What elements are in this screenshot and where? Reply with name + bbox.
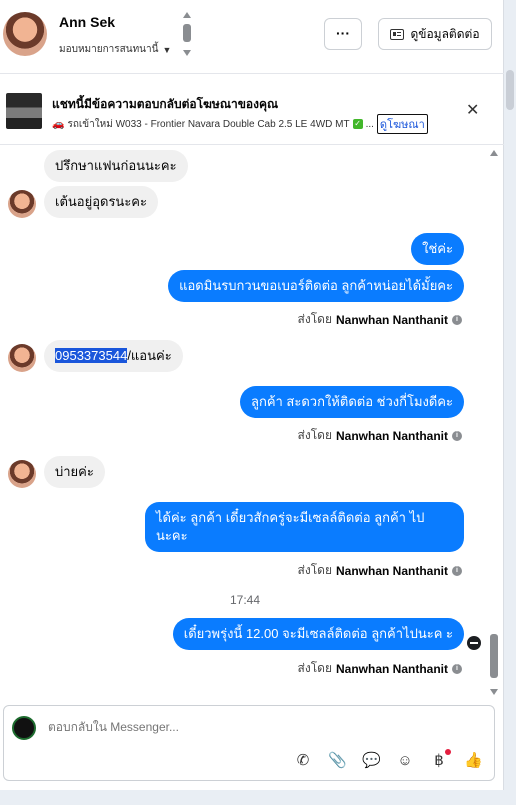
sent-by-label: ส่งโดย Nanwhan Nanthanit i <box>298 561 462 580</box>
incoming-message[interactable]: บ่ายค่ะ <box>44 456 105 488</box>
view-contact-button[interactable]: ดูข้อมูลติดต่อ <box>378 18 492 50</box>
attachment-icon[interactable]: 📎 <box>328 752 347 770</box>
outgoing-message[interactable]: ได้ค่ะ ลูกค้า เดี๋ยวสักครู่จะมีเซลล์ติดต… <box>145 502 464 552</box>
outgoing-message[interactable]: เดี๋ยวพรุ่งนี้ 12.00 จะมีเซลล์ติดต่อ ลูก… <box>172 618 464 650</box>
sent-by-label: ส่งโดย Nanwhan Nanthanit i <box>298 310 462 329</box>
saved-reply-icon[interactable]: 💬 <box>362 752 381 770</box>
assign-label: มอบหมายการสนทนานี้ <box>59 44 159 55</box>
reply-input[interactable] <box>48 720 448 734</box>
scroll-up-arrow-icon[interactable] <box>183 12 191 18</box>
close-banner-icon[interactable]: ✕ <box>466 100 479 120</box>
message-line: ได้ค่ะ ลูกค้า เดี๋ยวสักครู่จะมีเซลล์ติดต… <box>156 510 425 525</box>
info-icon[interactable]: i <box>452 430 462 441</box>
outgoing-message[interactable]: ใช่ค่ะ <box>411 233 464 265</box>
sender-name: Nanwhan Nanthanit <box>335 312 448 327</box>
phone-number-highlight[interactable]: 0953373544 <box>55 348 128 363</box>
car-icon: 🚗 <box>52 118 65 130</box>
customer-avatar-small[interactable] <box>8 190 36 218</box>
ad-banner-subtitle: 🚗 รถเข้าใหม่ W033 - Frontier Navara Doub… <box>52 114 428 134</box>
customer-avatar[interactable] <box>3 12 47 56</box>
scroll-down-arrow-icon[interactable] <box>490 689 498 695</box>
sender-name: Nanwhan Nanthanit <box>335 428 448 443</box>
info-icon[interactable]: i <box>452 565 462 576</box>
page-scroll-thumb[interactable] <box>506 70 514 110</box>
message-thread: ปรึกษาแฟนก่อนนะคะ เต้นอยู่อุดรนะคะ ใช่ค่… <box>0 146 504 694</box>
sent-by-label: ส่งโดย Nanwhan Nanthanit i <box>298 426 462 445</box>
scroll-up-arrow-icon[interactable] <box>490 150 498 156</box>
ad-thumbnail[interactable] <box>6 93 42 129</box>
sender-name: Nanwhan Nanthanit <box>335 563 448 578</box>
composer-toolbar: ✆ 📎 💬 ☺ ฿ 👍 <box>294 749 483 770</box>
notification-dot <box>445 749 451 755</box>
sent-by-prefix: ส่งโดย <box>297 563 332 577</box>
more-options-button[interactable]: ··· <box>324 18 362 50</box>
incoming-message[interactable]: 0953373544/แอนค่ะ <box>44 340 183 372</box>
message-timestamp: 17:44 <box>229 593 261 607</box>
outgoing-message[interactable]: ลูกค้า สะดวกให้ติดต่อ ช่วงกี่โมงดีคะ <box>239 386 464 418</box>
customer-avatar-small[interactable] <box>8 460 36 488</box>
sent-by-prefix: ส่งโดย <box>297 661 332 675</box>
caret-down-icon: ▼ <box>162 44 172 55</box>
incoming-message[interactable]: ปรึกษาแฟนก่อนนะคะ <box>44 150 188 182</box>
thumbs-up-icon[interactable]: 👍 <box>464 752 483 770</box>
sent-by-prefix: ส่งโดย <box>297 428 332 442</box>
customer-avatar-small[interactable] <box>8 344 36 372</box>
info-icon[interactable]: i <box>452 663 462 674</box>
sender-name: Nanwhan Nanthanit <box>335 661 448 676</box>
view-ad-link[interactable]: ดูโฆษณา <box>376 114 428 134</box>
scroll-down-arrow-icon[interactable] <box>183 50 191 56</box>
sent-by-label: ส่งโดย Nanwhan Nanthanit i <box>298 659 462 678</box>
seen-indicator-icon <box>467 636 481 650</box>
view-contact-label: ดูข้อมูลติดต่อ <box>410 26 480 41</box>
emoji-icon[interactable]: ☺ <box>396 752 414 770</box>
header-scrollbar[interactable] <box>182 12 192 56</box>
info-icon[interactable]: i <box>452 314 462 325</box>
scroll-thumb[interactable] <box>183 24 191 42</box>
check-icon: ✓ <box>352 119 363 129</box>
message-text: /แอนค่ะ <box>127 348 172 363</box>
message-composer: ✆ 📎 💬 ☺ ฿ 👍 <box>3 705 495 781</box>
conversation-header: Ann Sek มอบหมายการสนทนานี้ ▼ ··· ดูข้อมู… <box>0 0 504 74</box>
incoming-message[interactable]: เต้นอยู่อุดรนะคะ <box>44 186 158 218</box>
call-add-icon[interactable]: ✆ <box>294 752 312 770</box>
chat-panel: Ann Sek มอบหมายการสนทนานี้ ▼ ··· ดูข้อมู… <box>0 0 504 790</box>
message-line: นะคะ <box>156 528 188 543</box>
page-avatar <box>12 716 36 740</box>
outgoing-message[interactable]: แอดมินรบกวนขอเบอร์ติดต่อ ลูกค้าหน่อยได้ม… <box>168 270 464 302</box>
ad-banner-title: แชทนี้มีข้อความตอบกลับต่อโฆษณาของคุณ <box>52 97 279 111</box>
ad-name: รถเข้าใหม่ W033 - Frontier Navara Double… <box>67 118 350 130</box>
contact-card-icon <box>390 28 405 40</box>
scroll-thumb[interactable] <box>490 634 498 678</box>
customer-name[interactable]: Ann Sek <box>59 14 115 30</box>
ad-reply-banner: แชทนี้มีข้อความตอบกลับต่อโฆษณาของคุณ 🚗 ร… <box>0 75 504 145</box>
page-scrollbar[interactable] <box>504 0 516 790</box>
chat-scrollbar[interactable] <box>489 150 499 695</box>
sent-by-prefix: ส่งโดย <box>297 312 332 326</box>
assign-conversation-dropdown[interactable]: มอบหมายการสนทนานี้ ▼ <box>59 42 171 57</box>
ad-ellipsis: ... <box>365 118 374 130</box>
payment-icon[interactable]: ฿ <box>430 749 451 770</box>
